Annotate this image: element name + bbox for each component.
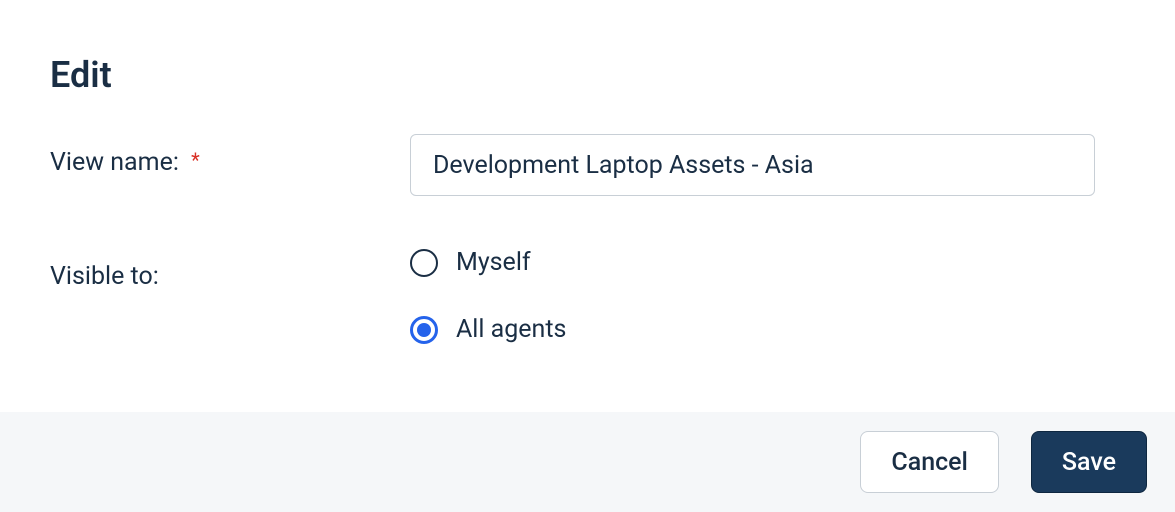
save-button[interactable]: Save bbox=[1031, 431, 1147, 493]
visible-to-radio-group: Myself All agents bbox=[410, 248, 566, 344]
visible-to-label: Visible to: bbox=[50, 248, 410, 291]
page-title: Edit bbox=[50, 54, 1135, 96]
view-name-row: View name: * bbox=[50, 134, 1135, 196]
cancel-button[interactable]: Cancel bbox=[860, 431, 999, 493]
radio-label: Myself bbox=[456, 248, 531, 277]
radio-icon bbox=[410, 249, 438, 277]
visible-to-row: Visible to: Myself All agents bbox=[50, 248, 1135, 344]
view-name-label: View name: * bbox=[50, 134, 410, 177]
radio-option-myself[interactable]: Myself bbox=[410, 248, 566, 277]
view-name-input[interactable] bbox=[410, 134, 1095, 196]
radio-option-all-agents[interactable]: All agents bbox=[410, 315, 566, 344]
radio-label: All agents bbox=[456, 315, 566, 344]
dialog-footer: Cancel Save bbox=[0, 412, 1175, 512]
radio-icon bbox=[410, 316, 438, 344]
required-indicator: * bbox=[191, 148, 200, 172]
